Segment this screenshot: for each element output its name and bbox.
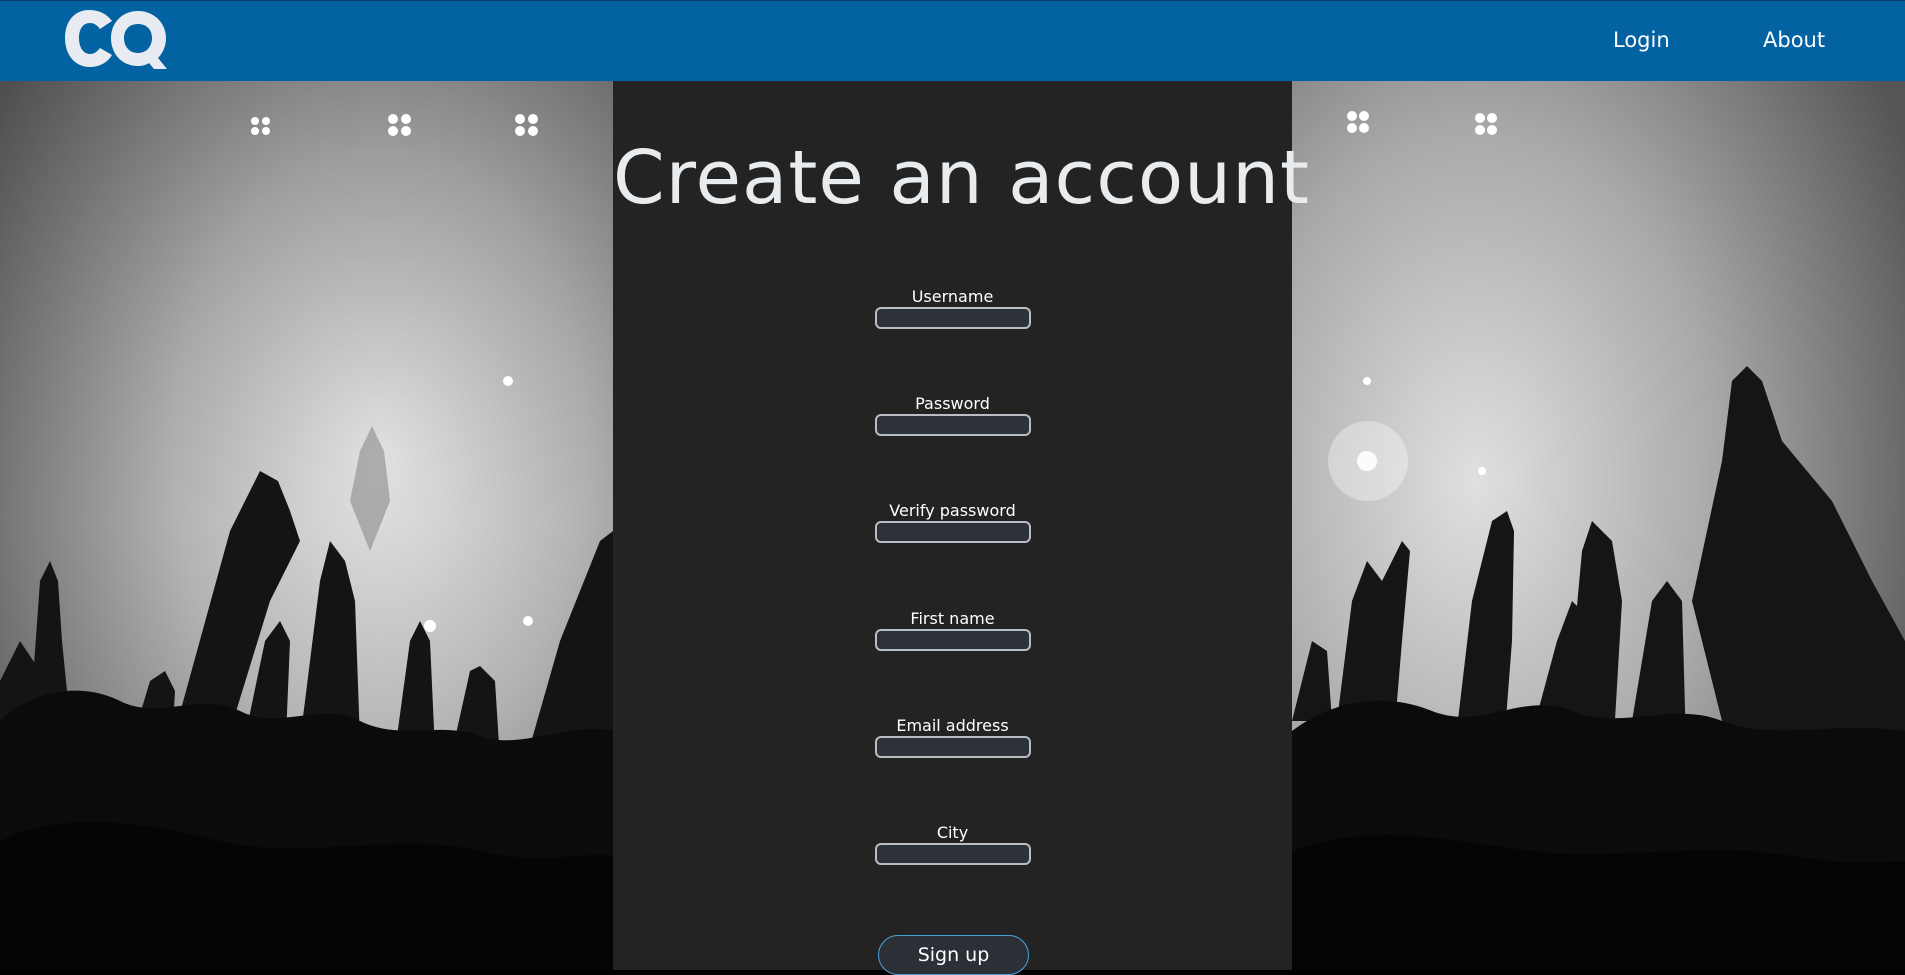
city-label: City <box>936 823 969 842</box>
city-field-group: City <box>613 824 1292 865</box>
background-image-right <box>1292 81 1905 970</box>
username-label: Username <box>911 287 994 306</box>
email-field-group: Email address <box>613 717 1292 758</box>
signup-panel: Create an account Username Password Veri… <box>613 81 1310 975</box>
city-input[interactable] <box>874 843 1031 865</box>
first-name-input[interactable] <box>874 629 1031 651</box>
nav-about-link[interactable]: About <box>1763 28 1825 52</box>
email-input[interactable] <box>874 736 1031 758</box>
username-field-group: Username <box>613 288 1292 329</box>
sign-up-button[interactable]: Sign up <box>878 935 1029 975</box>
background-image-left <box>0 81 613 970</box>
verify-password-input[interactable] <box>874 521 1031 543</box>
page-title: Create an account <box>613 135 1310 221</box>
verify-password-field-group: Verify password <box>613 502 1292 543</box>
first-name-label: First name <box>910 609 995 628</box>
username-input[interactable] <box>874 307 1031 329</box>
password-label: Password <box>915 394 990 413</box>
password-field-group: Password <box>613 395 1292 436</box>
email-label: Email address <box>896 716 1009 735</box>
nav-login-link[interactable]: Login <box>1613 28 1670 52</box>
top-navbar: CQ Login About <box>0 0 1905 81</box>
cq-logo-icon <box>65 10 167 69</box>
site-logo[interactable]: CQ <box>62 7 172 71</box>
first-name-field-group: First name <box>613 610 1292 651</box>
verify-password-label: Verify password <box>889 501 1016 520</box>
password-input[interactable] <box>874 414 1031 436</box>
